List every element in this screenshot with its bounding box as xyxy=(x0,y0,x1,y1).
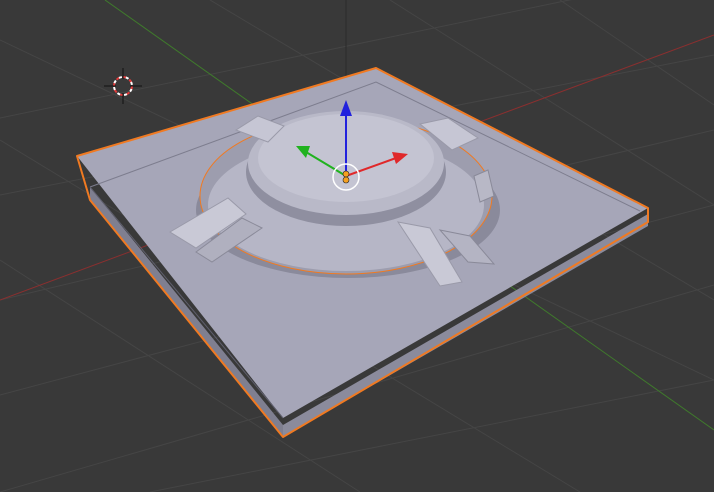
3d-cursor-icon[interactable] xyxy=(104,68,142,104)
viewport-canvas[interactable] xyxy=(0,0,714,492)
3d-viewport[interactable] xyxy=(0,0,714,492)
object-origin-icon xyxy=(342,170,350,178)
object-origin-icon xyxy=(342,176,350,184)
